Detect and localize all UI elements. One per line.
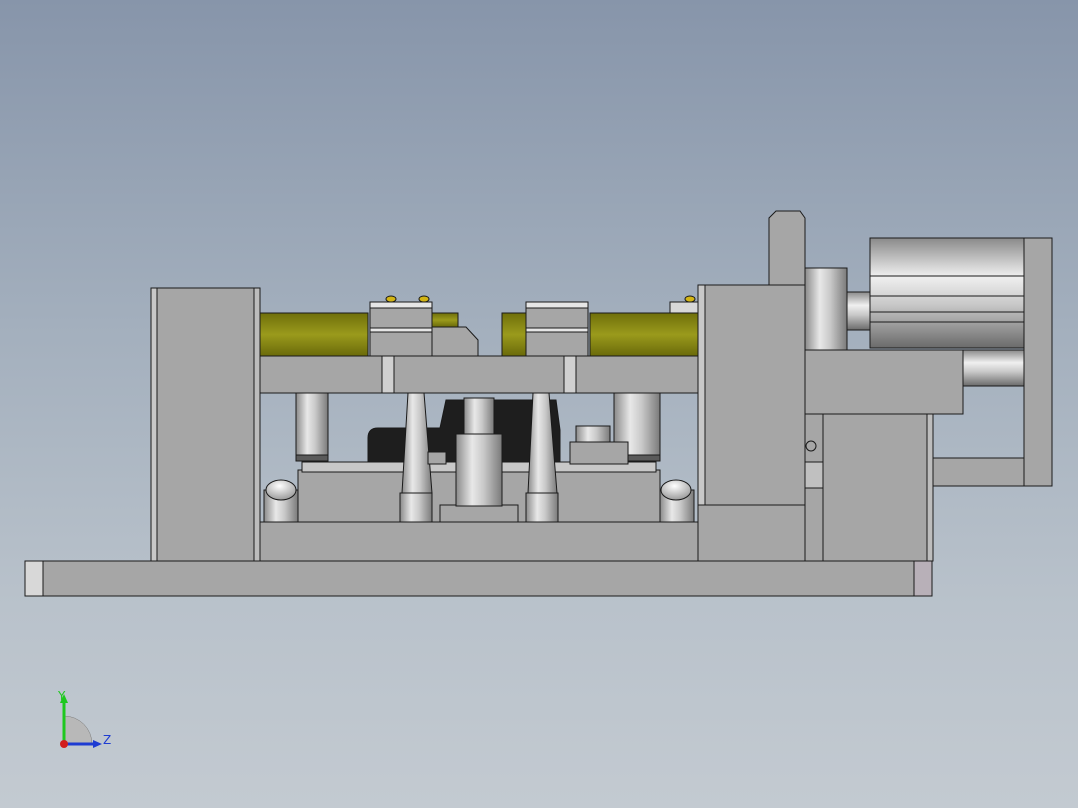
right-slider-block[interactable] [525, 301, 589, 357]
bolt-heads [385, 295, 696, 303]
cylinder-support-frame[interactable] [804, 349, 964, 562]
x-axis-dot-icon [60, 740, 68, 748]
base-plate[interactable] [24, 560, 933, 597]
triad-plane-icon [63, 715, 93, 745]
right-upright-block[interactable] [697, 210, 806, 562]
mold-assembly-model[interactable] [0, 0, 1078, 808]
left-slider-block[interactable] [369, 301, 479, 357]
stripper-plate[interactable] [259, 355, 699, 394]
y-axis-label: Y [57, 689, 66, 703]
coordinate-triad: Y Z [57, 689, 111, 748]
lower-die-plate[interactable] [259, 521, 699, 562]
top-olive-plates[interactable] [259, 312, 699, 357]
cad-viewport[interactable]: Y Z [0, 0, 1078, 808]
z-axis-label: Z [103, 733, 111, 747]
left-upright-block[interactable] [150, 287, 261, 562]
